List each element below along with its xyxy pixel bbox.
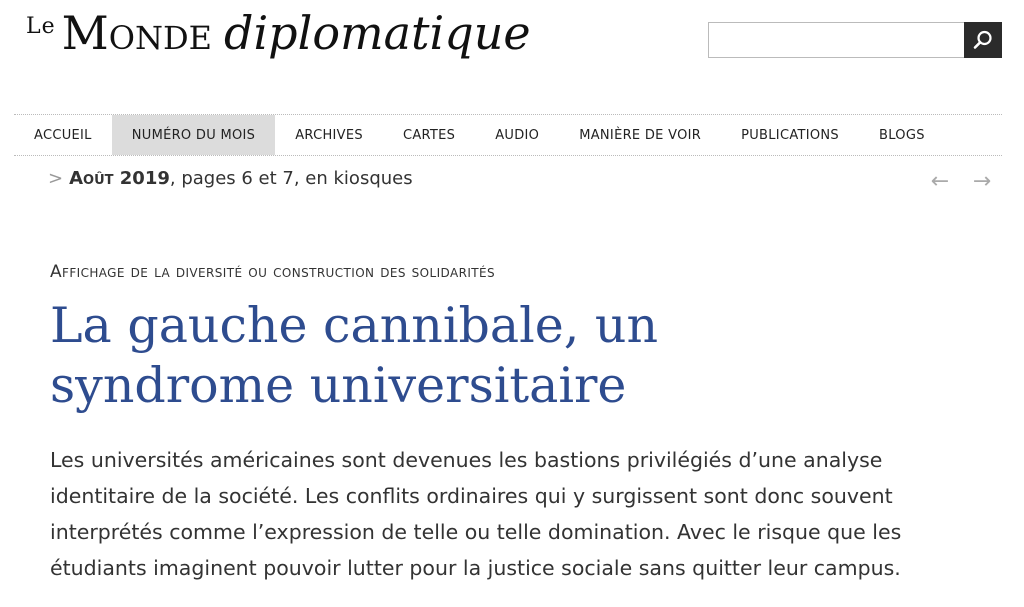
nav-item-audio[interactable]: AUDIO — [475, 115, 559, 155]
logo-monde: Monde — [61, 6, 212, 60]
site-header: Le Monde diplomatique — [0, 0, 1024, 105]
chevron-right-icon: > — [48, 168, 64, 189]
issue-date-link[interactable]: Août 2019 — [69, 168, 170, 189]
search-icon — [973, 30, 992, 49]
search-button[interactable] — [964, 22, 1002, 58]
nav-item-archives[interactable]: ARCHIVES — [275, 115, 383, 155]
search-form — [708, 22, 1002, 60]
site-logo[interactable]: Le Monde diplomatique — [26, 10, 531, 56]
nav-item-accueil[interactable]: ACCUEIL — [14, 115, 112, 155]
article-lead: Les universités américaines sont devenue… — [50, 448, 902, 580]
nav-item-blogs[interactable]: BLOGS — [859, 115, 945, 155]
arrow-right-icon[interactable]: → — [970, 170, 994, 194]
logo-le: Le — [26, 14, 56, 39]
article-pager: ← → — [926, 170, 996, 194]
article-title: La gauche cannibale, un syndrome univers… — [50, 297, 659, 414]
nav-item-publications[interactable]: PUBLICATIONS — [721, 115, 859, 155]
issue-pages: , pages 6 et 7, en kiosques — [169, 168, 413, 189]
logo-diplomatique: diplomatique — [224, 6, 531, 60]
article-kicker: Affichage de la diversité ou constructio… — [50, 262, 495, 282]
search-input[interactable] — [708, 22, 964, 58]
nav-item-cartes[interactable]: CARTES — [383, 115, 475, 155]
nav-item-numero-du-mois[interactable]: NUMÉRO DU MOIS — [111, 115, 276, 155]
issue-info: > Août 2019, pages 6 et 7, en kiosques — [48, 168, 413, 194]
arrow-left-icon[interactable]: ← — [928, 170, 952, 194]
main-nav: ACCUEIL NUMÉRO DU MOIS ARCHIVES CARTES A… — [14, 114, 1002, 156]
nav-item-maniere-de-voir[interactable]: MANIÈRE DE VOIR — [559, 115, 721, 155]
